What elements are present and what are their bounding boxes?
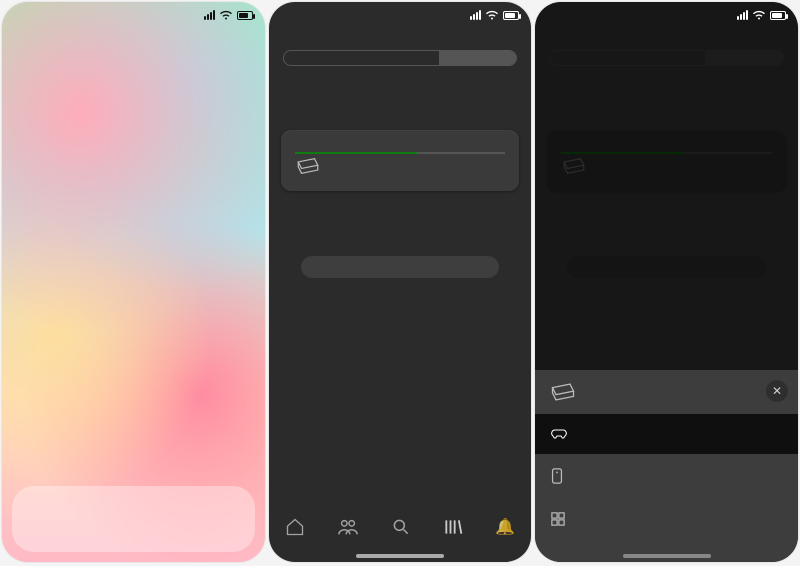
bottom-nav: 🔔 <box>269 504 532 550</box>
signal-icon <box>470 10 481 20</box>
nav-search-icon[interactable] <box>391 517 411 537</box>
storage-bar <box>295 152 506 154</box>
gamepad-icon <box>551 428 567 440</box>
tab-captures[interactable] <box>284 51 362 65</box>
action-manage-console[interactable] <box>535 498 798 540</box>
console-card[interactable] <box>281 130 520 191</box>
nav-social-icon[interactable] <box>337 517 359 537</box>
console-icon <box>295 157 321 175</box>
ios-home-screen <box>2 2 265 562</box>
tab-consoles[interactable] <box>439 51 517 65</box>
console-icon <box>549 382 577 402</box>
close-icon[interactable]: ✕ <box>766 380 788 402</box>
xbox-console-actions-screen: ✕ <box>535 2 798 562</box>
home-indicator[interactable] <box>623 554 711 558</box>
sheet-header: ✕ <box>535 370 798 414</box>
wifi-icon <box>219 10 233 20</box>
battery-icon <box>503 11 519 20</box>
status-bar <box>535 2 798 28</box>
remote-icon <box>551 468 563 484</box>
manage-icon <box>551 512 565 526</box>
status-bar <box>2 2 265 28</box>
nav-notifications-icon[interactable]: 🔔 <box>495 517 515 537</box>
nav-home-icon[interactable] <box>285 517 305 537</box>
wifi-icon <box>485 10 499 20</box>
console-action-sheet: ✕ <box>535 370 798 562</box>
xbox-library-screen: 🔔 <box>269 2 532 562</box>
library-tabs <box>283 50 518 66</box>
tab-games[interactable] <box>361 51 439 65</box>
action-remote-play[interactable] <box>535 414 798 454</box>
battery-icon <box>770 11 786 20</box>
setup-console-button[interactable] <box>301 256 500 278</box>
wifi-icon <box>752 10 766 20</box>
action-remote-control[interactable] <box>535 454 798 498</box>
dock <box>12 486 255 552</box>
home-indicator[interactable] <box>356 554 444 558</box>
status-bar <box>269 2 532 28</box>
signal-icon <box>737 10 748 20</box>
battery-icon <box>237 11 253 20</box>
nav-library-icon[interactable] <box>443 517 463 537</box>
signal-icon <box>204 10 215 20</box>
